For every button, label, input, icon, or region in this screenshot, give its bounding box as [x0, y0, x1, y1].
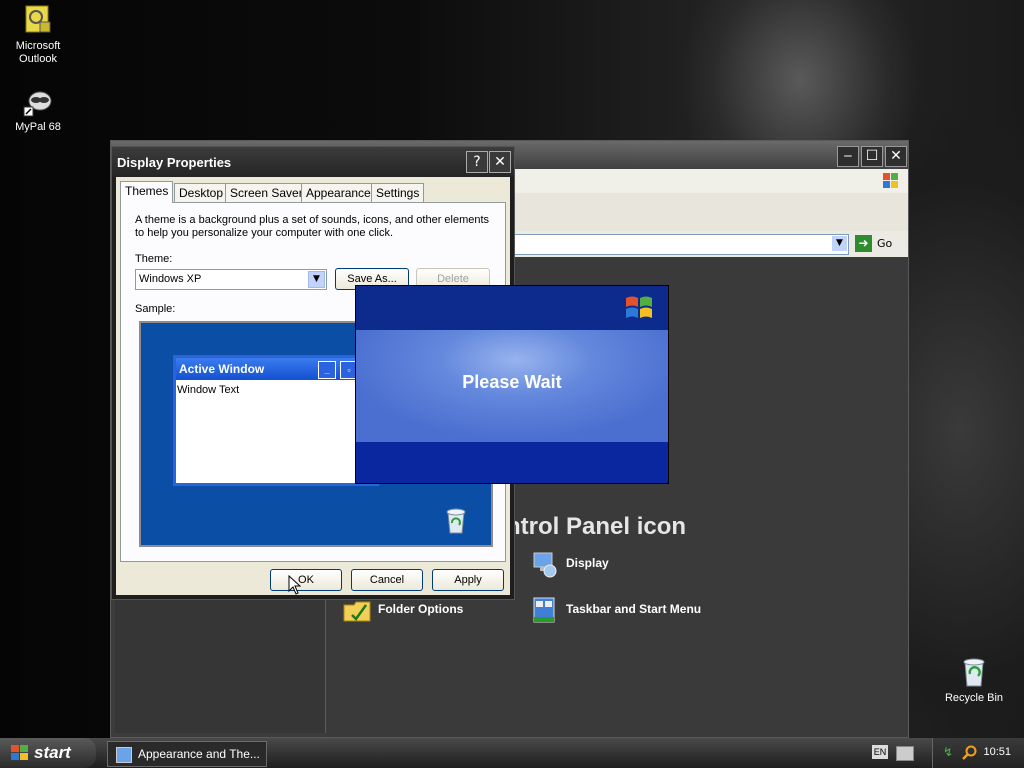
search-icon[interactable] — [961, 745, 977, 761]
mypal-icon — [22, 85, 54, 117]
address-dropdown-icon[interactable]: ▼ — [832, 236, 847, 251]
tab-themes[interactable]: Themes — [120, 181, 174, 203]
theme-description: A theme is a background plus a set of so… — [135, 214, 490, 239]
recycle-bin-label: Recycle Bin — [944, 692, 1004, 704]
maximize-button[interactable]: ☐ — [861, 146, 883, 167]
language-indicator[interactable]: EN — [872, 745, 888, 759]
taskbar: start Appearance and The... EN ↯ 10:51 — [0, 738, 1024, 768]
desktop-icon-outlook[interactable]: Microsoft Outlook — [0, 4, 76, 66]
tab-desktop[interactable]: Desktop — [174, 183, 229, 202]
dialog-close-button[interactable]: ✕ — [489, 151, 511, 173]
please-wait-dialog: Please Wait — [355, 285, 669, 484]
start-label: start — [34, 743, 71, 762]
go-arrow-icon[interactable]: ➜ — [855, 235, 872, 252]
display-icon — [116, 746, 132, 763]
sample-window-title-text: Active Window — [179, 362, 265, 376]
taskbar-start-menu-icon — [530, 595, 560, 625]
apply-button[interactable]: Apply — [432, 569, 504, 591]
wait-footer — [356, 442, 668, 483]
system-tray: ↯ 10:51 — [932, 738, 1024, 768]
mouse-cursor-icon — [288, 574, 302, 595]
taskbar-item-label: Appearance and The... — [138, 747, 260, 761]
tab-settings[interactable]: Settings — [371, 183, 425, 202]
windows-logo-icon — [880, 171, 902, 191]
help-button[interactable]: ? — [466, 151, 488, 173]
please-wait-message: Please Wait — [462, 372, 562, 392]
recycle-bin-icon — [958, 656, 990, 688]
sample-active-window: Active Window _ ▫ Window Text — [173, 355, 379, 486]
desktop-icon-recycle-bin[interactable]: Recycle Bin — [936, 656, 1012, 705]
clock: 10:51 — [983, 746, 1011, 758]
outlook-icon — [22, 4, 54, 36]
dialog-title: Display Properties — [117, 155, 232, 170]
go-button-label[interactable]: Go — [877, 237, 892, 250]
windows-logo-icon — [622, 292, 658, 324]
taskbar-start-menu-label: Taskbar and Start Menu — [566, 602, 702, 617]
outlook-label-line1: Microsoft — [15, 40, 61, 52]
display-icon — [530, 549, 560, 579]
theme-label: Theme: — [135, 253, 173, 265]
theme-select[interactable]: Windows XP ▼ — [135, 269, 327, 290]
outlook-label-line2: Outlook — [19, 53, 57, 65]
sample-window-text: Window Text — [177, 384, 240, 396]
start-button[interactable]: start — [0, 738, 96, 768]
keyboard-icon[interactable] — [896, 746, 914, 761]
mypal-label: MyPal 68 — [15, 121, 61, 133]
sample-window-title: Active Window _ ▫ — [176, 358, 376, 380]
dialog-titlebar[interactable]: Display Properties ? ✕ — [112, 147, 514, 177]
folder-options-label: Folder Options — [378, 602, 464, 617]
wait-header — [356, 286, 668, 330]
network-icon[interactable]: ↯ — [943, 745, 957, 759]
display-link[interactable]: Display — [530, 549, 609, 579]
cancel-button[interactable]: Cancel — [351, 569, 423, 591]
tab-appearance[interactable]: Appearance — [301, 183, 376, 202]
taskbar-start-menu-link[interactable]: Taskbar and Start Menu — [530, 595, 701, 625]
recycle-bin-icon — [443, 507, 469, 535]
windows-flag-icon — [10, 744, 30, 762]
display-link-label: Display — [566, 556, 609, 571]
ok-button[interactable]: OK — [270, 569, 342, 591]
chevron-down-icon[interactable]: ▼ — [308, 271, 325, 288]
address-field[interactable]: ▼ — [511, 234, 849, 255]
sample-label: Sample: — [135, 303, 176, 315]
minimize-button[interactable]: ‒ — [837, 146, 859, 167]
tab-screen-saver[interactable]: Screen Saver — [225, 183, 308, 202]
sample-minimize-icon: _ — [318, 361, 336, 379]
desktop-icon-mypal[interactable]: MyPal 68 — [0, 85, 76, 134]
theme-select-value: Windows XP — [139, 273, 202, 285]
taskbar-item-appearance[interactable]: Appearance and The... — [107, 741, 267, 767]
close-button[interactable]: ✕ — [885, 146, 907, 167]
page-heading: ntrol Panel icon — [506, 513, 687, 540]
wait-message-band: Please Wait — [356, 330, 668, 442]
